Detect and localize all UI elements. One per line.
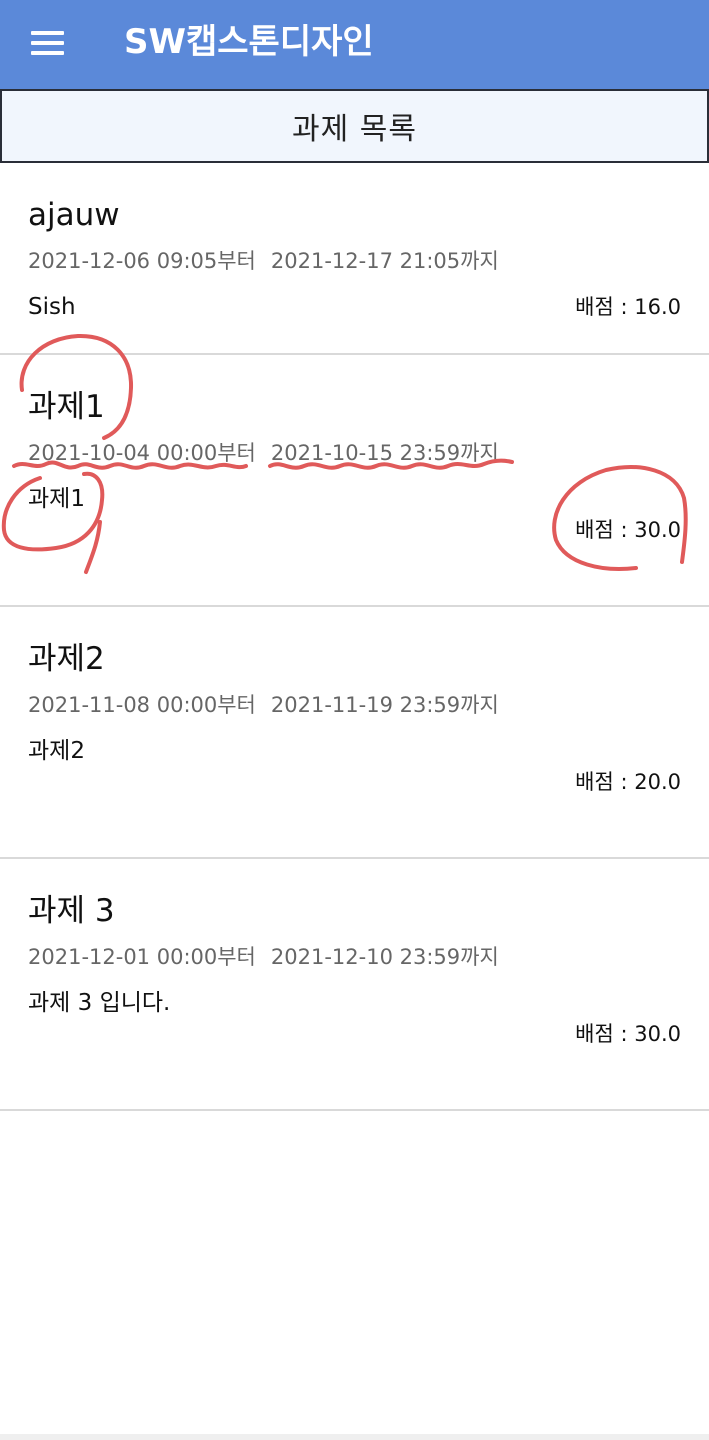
end-date: 2021-11-19 23:59까지 [270,693,499,717]
assignment-period: 2021-12-06 09:05부터 2021-12-17 21:05까지 [28,247,499,275]
end-date: 2021-12-10 23:59까지 [270,945,499,969]
assignment-list: ajauw 2021-12-06 09:05부터 2021-12-17 21:05… [0,163,709,1111]
start-date: 2021-10-04 00:00부터 [28,441,256,465]
assignment-title: 과제1 [28,389,105,425]
assignment-title: 과제 3 [28,893,115,929]
assignment-score: 배점 : 30.0 [575,518,681,542]
section-header: 과제 목록 [0,89,709,163]
menu-line [31,31,64,35]
hamburger-menu-icon[interactable] [29,27,65,57]
assignment-title: 과제2 [28,641,105,677]
app-title: SW캡스톤디자인 [124,22,374,62]
assignment-period: 2021-11-08 00:00부터 2021-11-19 23:59까지 [28,691,499,719]
list-item[interactable]: 과제2 2021-11-08 00:00부터 2021-11-19 23:59까지… [0,607,709,859]
list-item[interactable]: 과제 3 2021-12-01 00:00부터 2021-12-10 23:59까… [0,859,709,1111]
assignment-description: 과제2 [28,738,85,764]
bottom-edge [0,1434,709,1440]
assignment-period: 2021-12-01 00:00부터 2021-12-10 23:59까지 [28,943,499,971]
start-date: 2021-11-08 00:00부터 [28,693,256,717]
list-item[interactable]: 과제1 2021-10-04 00:00부터 2021-10-15 23:59까지… [0,355,709,607]
end-date: 2021-12-17 21:05까지 [270,249,499,273]
assignment-title: ajauw [28,197,120,233]
section-title: 과제 목록 [292,112,417,147]
menu-line [31,41,64,45]
assignment-score: 배점 : 30.0 [575,1022,681,1046]
app-bar: SW캡스톤디자인 [0,0,709,89]
assignment-score: 배점 : 20.0 [575,770,681,794]
assignment-description: 과제 3 입니다. [28,990,171,1016]
menu-line [31,51,64,55]
assignment-score: 배점 : 16.0 [575,295,681,319]
list-item[interactable]: ajauw 2021-12-06 09:05부터 2021-12-17 21:05… [0,163,709,355]
start-date: 2021-12-01 00:00부터 [28,945,256,969]
start-date: 2021-12-06 09:05부터 [28,249,256,273]
assignment-description: 과제1 [28,486,85,512]
end-date: 2021-10-15 23:59까지 [270,441,499,465]
assignment-description: Sish [28,294,76,320]
assignment-period: 2021-10-04 00:00부터 2021-10-15 23:59까지 [28,439,499,467]
